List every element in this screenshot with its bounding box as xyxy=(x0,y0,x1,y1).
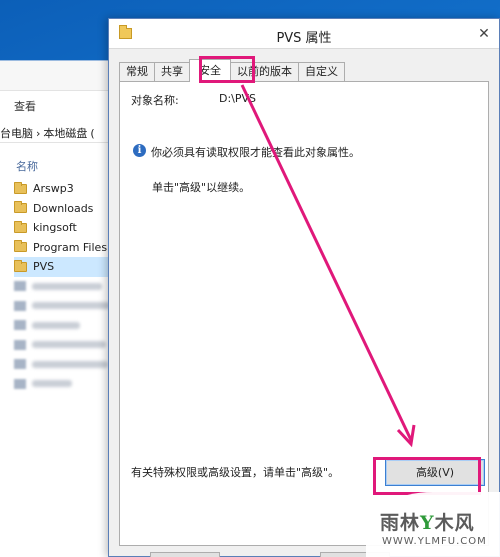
file-explorer-window: 查看 台电脑 › 本地磁盘( 名称 Arswp3 Downloads kingsof… xyxy=(0,60,118,557)
watermark-main: 雨林Y木风 xyxy=(380,508,475,535)
file-list: Arswp3 Downloads kingsoft Program Files … xyxy=(14,179,118,394)
highlight-security-tab xyxy=(199,56,255,83)
folder-icon xyxy=(14,220,27,233)
watermark-main-text: 雨林 xyxy=(380,512,421,534)
blurred-text xyxy=(32,360,108,368)
ribbon-tab-view[interactable]: 查看 xyxy=(14,98,36,114)
blurred-text xyxy=(32,302,110,310)
blurred-icon xyxy=(14,378,26,389)
folder-icon xyxy=(14,259,27,272)
watermark-logo: 雨林Y木风 WWW.YLMFU.COM xyxy=(366,492,500,557)
tab-customize[interactable]: 自定义 xyxy=(298,62,345,82)
folder-icon xyxy=(14,240,27,253)
column-header-name[interactable]: 名称 xyxy=(16,158,38,174)
blurred-icon xyxy=(14,339,26,350)
blurred-list-item[interactable] xyxy=(14,277,118,297)
list-item-label: Downloads xyxy=(33,201,94,215)
blurred-text xyxy=(32,321,80,329)
tab-general[interactable]: 常规 xyxy=(119,62,155,82)
blurred-text xyxy=(32,282,102,290)
leaf-icon: Y xyxy=(420,512,435,534)
list-item-label: Arswp3 xyxy=(33,182,74,196)
blurred-list-item[interactable] xyxy=(14,374,118,394)
list-item-label: Program Files xyxy=(33,240,108,254)
continue-message: 单击"高级"以继续。 xyxy=(152,181,251,194)
list-item-selected[interactable]: PVS xyxy=(14,257,118,277)
breadcrumb-local-disk[interactable]: 本地磁盘 xyxy=(43,127,87,140)
folder-icon xyxy=(14,181,27,194)
object-name-label: 对象名称: xyxy=(131,94,179,107)
watermark-url: WWW.YLMFU.COM xyxy=(382,536,487,547)
breadcrumb-separator: › xyxy=(36,127,41,140)
watermark-mid-text: 木风 xyxy=(434,512,475,534)
list-item[interactable]: Program Files xyxy=(14,238,118,258)
address-bar[interactable]: 台电脑 › 本地磁盘( xyxy=(0,121,118,143)
blurred-text xyxy=(32,341,106,349)
list-item[interactable]: Downloads xyxy=(14,199,118,219)
ok-button-partial[interactable] xyxy=(150,552,220,557)
blurred-icon xyxy=(14,281,26,292)
list-item-label: kingsoft xyxy=(33,221,77,235)
breadcrumb-paren: ( xyxy=(90,127,95,140)
dialog-title: PVS 属性 xyxy=(276,31,332,46)
info-icon: i xyxy=(133,144,146,157)
explorer-ribbon xyxy=(0,61,118,91)
folder-icon xyxy=(14,201,27,214)
blurred-icon xyxy=(14,359,26,370)
blurred-icon xyxy=(14,300,26,311)
blurred-list-item[interactable] xyxy=(14,335,118,355)
dialog-titlebar[interactable]: PVS 属性 ✕ xyxy=(109,19,499,49)
advanced-hint: 有关特殊权限或高级设置，请单击"高级"。 xyxy=(131,466,340,479)
blurred-list-item[interactable] xyxy=(14,316,118,336)
blurred-icon xyxy=(14,320,26,331)
blurred-text xyxy=(32,380,72,388)
close-icon[interactable]: ✕ xyxy=(475,25,493,43)
list-item-label: PVS xyxy=(33,260,55,274)
blurred-list-item[interactable] xyxy=(14,296,118,316)
info-message: 你必须具有读取权限才能查看此对象属性。 xyxy=(151,146,360,159)
blurred-list-item[interactable] xyxy=(14,355,118,375)
tab-sharing[interactable]: 共享 xyxy=(154,62,190,82)
object-name-value: D:\PVS xyxy=(219,92,257,105)
breadcrumb-this-pc[interactable]: 台电脑 xyxy=(0,127,33,140)
list-item[interactable]: kingsoft xyxy=(14,218,118,238)
list-item[interactable]: Arswp3 xyxy=(14,179,118,199)
highlight-advanced-button xyxy=(373,457,481,495)
